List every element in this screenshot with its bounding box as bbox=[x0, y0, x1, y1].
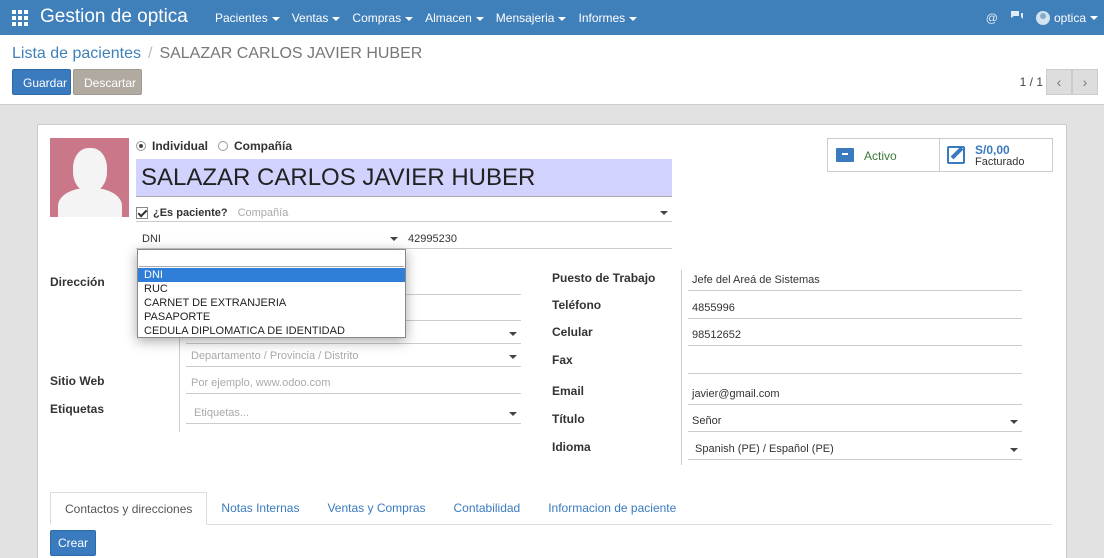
partner-type-radio: Individual Compañía bbox=[136, 139, 302, 153]
edit-icon bbox=[947, 146, 965, 164]
caret-down-icon bbox=[629, 16, 638, 21]
pager-previous-button[interactable]: ‹ bbox=[1046, 69, 1072, 95]
discard-button[interactable]: Descartar bbox=[73, 69, 142, 95]
at-icon[interactable]: @ bbox=[986, 11, 998, 25]
caret-down-icon bbox=[1010, 448, 1018, 452]
menu-mensajeria[interactable]: Mensajeria bbox=[496, 0, 567, 35]
menu-ventas[interactable]: Ventas bbox=[292, 0, 341, 35]
create-button[interactable]: Crear bbox=[50, 530, 96, 556]
phone-label: Teléfono bbox=[552, 298, 602, 312]
caret-down-icon[interactable] bbox=[660, 211, 668, 215]
language-select[interactable]: Spanish (PE) / Español (PE) bbox=[688, 440, 1022, 460]
invoiced-button[interactable]: S/0,00 Facturado bbox=[940, 138, 1053, 172]
fax-input[interactable] bbox=[688, 354, 1022, 374]
patient-company-row: ¿Es paciente? Compañía bbox=[136, 204, 672, 222]
radio-company[interactable] bbox=[218, 141, 229, 151]
stat-buttons: Activo S/0,00 Facturado bbox=[827, 138, 1053, 172]
pager-next-button[interactable]: › bbox=[1072, 69, 1098, 95]
invoiced-amount: S/0,00 bbox=[975, 143, 1010, 157]
pager-value: 1 / 1 bbox=[1019, 75, 1043, 89]
breadcrumb-separator: / bbox=[147, 45, 153, 62]
region-select[interactable]: Departamento / Provincia / Distrito bbox=[186, 347, 521, 367]
fax-label: Fax bbox=[552, 353, 573, 367]
radio-individual-label[interactable]: Individual bbox=[152, 139, 208, 153]
company-select[interactable]: Compañía bbox=[238, 207, 289, 219]
caret-down-icon bbox=[475, 16, 484, 21]
tab-internal-notes[interactable]: Notas Internas bbox=[207, 492, 313, 525]
document-type-dropdown: DNI RUC CARNET DE EXTRANJERIA PASAPORTE … bbox=[137, 249, 406, 338]
save-button[interactable]: Guardar bbox=[12, 69, 71, 95]
caret-down-icon bbox=[509, 412, 517, 416]
menu-pacientes[interactable]: Pacientes bbox=[215, 0, 280, 35]
breadcrumb-current: SALAZAR CARLOS JAVIER HUBER bbox=[159, 45, 423, 62]
mobile-input[interactable]: 98512652 bbox=[688, 326, 1022, 346]
avatar[interactable] bbox=[1035, 10, 1050, 25]
navbar-right: @ optica bbox=[974, 0, 1098, 35]
title-select[interactable]: Señor bbox=[688, 412, 1022, 432]
caret-down-icon bbox=[271, 16, 280, 21]
caret-down-icon bbox=[509, 355, 517, 359]
notebook-tabs: Contactos y direcciones Notas Internas V… bbox=[50, 492, 1052, 525]
tags-label: Etiquetas bbox=[50, 402, 105, 416]
language-label: Idioma bbox=[552, 440, 591, 454]
is-patient-checkbox[interactable] bbox=[136, 206, 148, 219]
caret-down-icon bbox=[1010, 420, 1018, 424]
job-label: Puesto de Trabajo bbox=[552, 271, 656, 285]
website-label: Sitio Web bbox=[50, 374, 105, 388]
avatar-image[interactable] bbox=[50, 138, 129, 217]
tab-accounting[interactable]: Contabilidad bbox=[440, 492, 535, 525]
tab-patient-info[interactable]: Informacion de paciente bbox=[534, 492, 690, 525]
document-type-select[interactable]: DNI bbox=[136, 231, 402, 249]
user-menu[interactable]: optica bbox=[1054, 11, 1086, 25]
active-label: Activo bbox=[864, 149, 897, 163]
dropdown-search-input[interactable] bbox=[139, 251, 404, 267]
main-menu: Pacientes Ventas Compras Almacen Mensaje… bbox=[215, 0, 649, 35]
document-row: DNI 42995230 bbox=[136, 231, 672, 249]
tab-contacts[interactable]: Contactos y direcciones bbox=[50, 492, 208, 525]
name-input[interactable]: SALAZAR CARLOS JAVIER HUBER bbox=[136, 159, 672, 197]
dropdown-option[interactable]: RUC bbox=[138, 282, 405, 296]
caret-down-icon bbox=[405, 16, 414, 21]
radio-company-label[interactable]: Compañía bbox=[234, 139, 292, 153]
active-toggle-button[interactable]: Activo bbox=[827, 138, 940, 172]
caret-down-icon bbox=[558, 16, 567, 21]
menu-almacen[interactable]: Almacen bbox=[425, 0, 484, 35]
invoiced-label: Facturado bbox=[975, 156, 1025, 168]
pager-buttons: ‹ › bbox=[1046, 69, 1098, 95]
dropdown-option[interactable]: CEDULA DIPLOMATICA DE IDENTIDAD bbox=[138, 324, 405, 338]
tags-select[interactable]: Etiquetas... bbox=[186, 404, 521, 424]
caret-down-icon bbox=[1090, 15, 1098, 20]
radio-individual[interactable] bbox=[136, 141, 146, 151]
chat-icon[interactable] bbox=[1010, 10, 1024, 25]
email-input[interactable]: javier@gmail.com bbox=[688, 385, 1022, 405]
caret-down-icon bbox=[390, 237, 398, 241]
control-panel: Lista de pacientes / SALAZAR CARLOS JAVIER… bbox=[0, 35, 1104, 105]
divider bbox=[681, 270, 682, 465]
dropdown-option[interactable]: PASAPORTE bbox=[138, 310, 405, 324]
app-title: Gestion de optica bbox=[40, 6, 188, 27]
caret-down-icon bbox=[332, 16, 341, 21]
form-sheet: Individual Compañía SALAZAR CARLOS JAVIE… bbox=[37, 124, 1067, 558]
address-label: Dirección bbox=[50, 275, 105, 289]
caret-down-icon bbox=[509, 332, 517, 336]
dropdown-option[interactable]: DNI bbox=[138, 268, 405, 282]
breadcrumb: Lista de pacientes / SALAZAR CARLOS JAVIER… bbox=[12, 45, 422, 63]
dropdown-option[interactable]: CARNET DE EXTRANJERIA bbox=[138, 296, 405, 310]
phone-input[interactable]: 4855996 bbox=[688, 299, 1022, 319]
breadcrumb-parent[interactable]: Lista de pacientes bbox=[12, 45, 141, 62]
apps-grid-icon[interactable] bbox=[12, 10, 28, 26]
menu-informes[interactable]: Informes bbox=[578, 0, 638, 35]
mobile-label: Celular bbox=[552, 325, 593, 339]
title-label: Título bbox=[552, 412, 585, 426]
tab-sales-purchases[interactable]: Ventas y Compras bbox=[313, 492, 439, 525]
archive-icon bbox=[836, 148, 854, 162]
top-navbar: Gestion de optica Pacientes Ventas Compr… bbox=[0, 0, 1104, 35]
is-patient-label: ¿Es paciente? bbox=[153, 206, 228, 219]
document-number-input[interactable]: 42995230 bbox=[408, 231, 457, 247]
menu-compras[interactable]: Compras bbox=[352, 0, 414, 35]
website-input[interactable]: Por ejemplo, www.odoo.com bbox=[186, 374, 521, 394]
job-input[interactable]: Jefe del Areá de Sistemas bbox=[688, 271, 1022, 291]
email-label: Email bbox=[552, 384, 585, 398]
